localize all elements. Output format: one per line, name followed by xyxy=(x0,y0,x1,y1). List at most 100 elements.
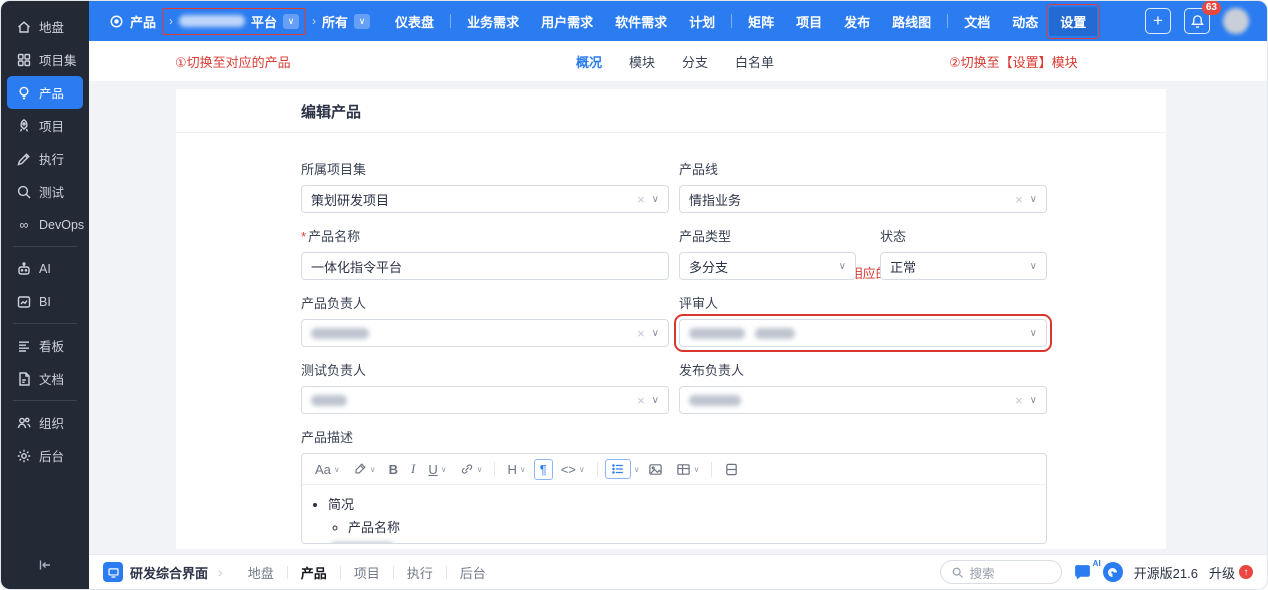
redacted-reviewer-name xyxy=(689,328,745,339)
version-label: 开源版21.6 xyxy=(1134,563,1198,582)
bottom-link-admin[interactable]: 后台 xyxy=(447,563,499,582)
status-select[interactable]: 正常 ∨ xyxy=(880,252,1047,280)
test-owner-select[interactable]: × ∨ xyxy=(301,386,669,414)
italic-button[interactable]: I xyxy=(406,459,420,479)
sidebar-item-bi[interactable]: BI xyxy=(7,285,83,318)
chevron-down-icon[interactable]: ∨ xyxy=(839,261,846,272)
bottom-link-home[interactable]: 地盘 xyxy=(235,563,287,582)
chevron-down-icon[interactable]: ∨ xyxy=(354,14,370,29)
redacted-reviewer-name xyxy=(755,328,795,339)
nav-doc[interactable]: 文档 xyxy=(953,7,1001,36)
bottom-link-execution[interactable]: 执行 xyxy=(394,563,446,582)
bottom-link-project[interactable]: 项目 xyxy=(341,563,393,582)
block-panel-button[interactable] xyxy=(719,460,744,479)
bold-button[interactable]: B xyxy=(384,460,403,479)
sidebar-item-project[interactable]: 项目 xyxy=(7,109,83,142)
chevron-down-icon[interactable]: ∨ xyxy=(1030,395,1037,406)
nav-business-req[interactable]: 业务需求 xyxy=(456,7,530,36)
workbench-label[interactable]: 研发综合界面 xyxy=(130,563,208,582)
navbar-right: + 63 xyxy=(1145,8,1267,34)
user-avatar[interactable] xyxy=(1223,8,1249,34)
search-input[interactable]: 搜索 xyxy=(940,560,1062,584)
sidebar-item-program[interactable]: 项目集 xyxy=(7,43,83,76)
release-owner-select[interactable]: × ∨ xyxy=(679,386,1047,414)
nav-dynamic[interactable]: 动态 xyxy=(1001,7,1049,36)
sidebar-item-admin[interactable]: 后台 xyxy=(7,439,83,472)
edit-product-form: 所属项目集 策划研发项目 × ∨ 产品线 情指业务 × xyxy=(176,133,1047,549)
nav-dashboard[interactable]: 仪表盘 xyxy=(384,7,445,36)
top-menu: 仪表盘 业务需求 用户需求 软件需求 计划 矩阵 项目 发布 路线图 文档 动态… xyxy=(384,7,1097,36)
product-name-value: 一体化指令平台 xyxy=(311,257,402,276)
chevron-down-icon[interactable]: ∨ xyxy=(283,14,299,29)
sidebar-item-doc[interactable]: 文档 xyxy=(7,362,83,395)
nav-plan[interactable]: 计划 xyxy=(678,7,726,36)
underline-button[interactable]: U∨ xyxy=(423,460,451,479)
image-button[interactable] xyxy=(643,460,668,479)
link-button[interactable]: ∨ xyxy=(455,460,488,478)
sidebar-item-home[interactable]: 地盘 xyxy=(7,10,83,43)
sidebar-item-devops[interactable]: ∞ DevOps xyxy=(7,208,83,241)
product-name-input[interactable]: 一体化指令平台 xyxy=(301,252,669,280)
clear-icon[interactable]: × xyxy=(637,326,645,341)
chevron-down-icon[interactable]: ∨ xyxy=(652,328,659,339)
product-name-suffix[interactable]: 平台 xyxy=(251,12,277,31)
sidebar-item-label: 文档 xyxy=(39,369,64,388)
paragraph-mark-button[interactable]: ¶ xyxy=(534,459,553,480)
description-editor[interactable]: Aa∨ ∨ B I U∨ ∨ H∨ ¶ <>∨ ∨ ∨ xyxy=(301,453,1047,544)
tab-branch[interactable]: 分支 xyxy=(682,52,708,71)
product-line-select[interactable]: 情指业务 × ∨ xyxy=(679,185,1047,213)
nav-matrix[interactable]: 矩阵 xyxy=(737,7,785,36)
reviewer-select[interactable]: ∨ xyxy=(679,319,1047,347)
heading-button[interactable]: H∨ xyxy=(502,460,530,479)
nav-software-req[interactable]: 软件需求 xyxy=(604,7,678,36)
sidebar-item-org[interactable]: 组织 xyxy=(7,406,83,439)
nav-user-req[interactable]: 用户需求 xyxy=(530,7,604,36)
product-owner-select[interactable]: × ∨ xyxy=(301,319,669,347)
ai-chat-button[interactable]: AI xyxy=(1073,564,1092,581)
tab-module[interactable]: 模块 xyxy=(629,52,655,71)
product-type-select[interactable]: 多分支 ∨ xyxy=(679,252,856,280)
sidebar-item-product[interactable]: 产品 xyxy=(7,76,83,109)
editor-content[interactable]: 简况 产品名称 xyxy=(302,485,1046,543)
clear-icon[interactable]: × xyxy=(1015,393,1023,408)
chevron-down-icon[interactable]: ∨ xyxy=(652,395,659,406)
tab-whitelist[interactable]: 白名单 xyxy=(735,52,774,71)
clear-icon[interactable]: × xyxy=(637,192,645,207)
description-label: 产品描述 xyxy=(301,427,1047,446)
infinity-icon: ∞ xyxy=(16,217,32,233)
clear-icon[interactable]: × xyxy=(1015,192,1023,207)
text-style-button[interactable]: Aa∨ xyxy=(310,460,345,479)
product-owner-label: 产品负责人 xyxy=(301,293,669,312)
code-button[interactable]: <>∨ xyxy=(556,460,590,479)
tab-overview[interactable]: 概况 xyxy=(576,52,602,71)
sidebar-item-qa[interactable]: 测试 xyxy=(7,175,83,208)
chevron-down-icon[interactable]: ∨ xyxy=(1030,194,1037,205)
sidebar-item-ai[interactable]: AI xyxy=(7,252,83,285)
chevron-down-icon[interactable]: ∨ xyxy=(652,194,659,205)
nav-settings[interactable]: 设置 xyxy=(1049,7,1097,36)
list-button[interactable] xyxy=(605,459,631,479)
chevron-down-icon[interactable]: ∨ xyxy=(1030,328,1037,339)
bottom-link-product[interactable]: 产品 xyxy=(288,563,340,582)
chevron-down-icon[interactable]: ∨ xyxy=(634,465,640,474)
nav-release[interactable]: 发布 xyxy=(833,7,881,36)
nav-roadmap[interactable]: 路线图 xyxy=(881,7,942,36)
branch-scope[interactable]: 所有 xyxy=(322,12,348,31)
sidebar-collapse-icon[interactable] xyxy=(33,553,57,577)
program-select[interactable]: 策划研发项目 × ∨ xyxy=(301,185,669,213)
upgrade-button[interactable]: 升级 ↑ xyxy=(1209,563,1253,582)
workbench-app-icon[interactable] xyxy=(103,562,123,582)
sidebar-item-label: 项目 xyxy=(39,116,64,135)
highlight-button[interactable]: ∨ xyxy=(348,460,381,478)
sidebar-item-kanban[interactable]: 看板 xyxy=(7,329,83,362)
sidebar-item-label: 测试 xyxy=(39,182,64,201)
notification-button[interactable]: 63 xyxy=(1184,8,1210,34)
zentao-logo[interactable] xyxy=(1103,562,1123,582)
status-label: 状态 xyxy=(880,226,1047,245)
table-button[interactable]: ∨ xyxy=(671,460,705,479)
chevron-down-icon[interactable]: ∨ xyxy=(1030,261,1037,272)
nav-project[interactable]: 项目 xyxy=(785,7,833,36)
create-button[interactable]: + xyxy=(1145,8,1171,34)
clear-icon[interactable]: × xyxy=(637,393,645,408)
sidebar-item-execution[interactable]: 执行 xyxy=(7,142,83,175)
